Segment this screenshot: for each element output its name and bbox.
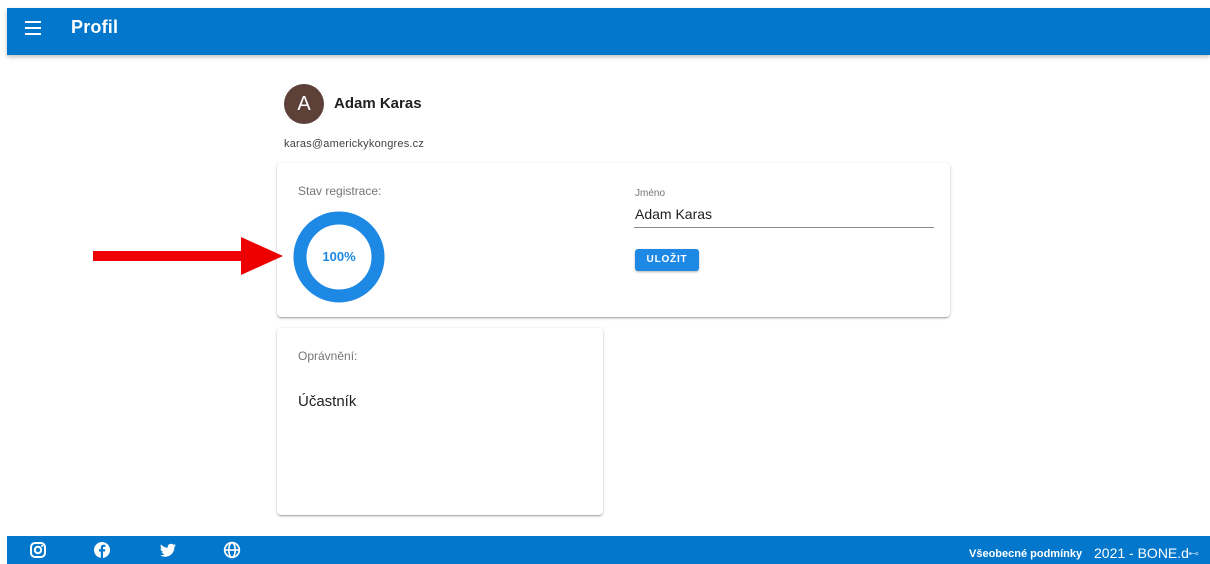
- save-button[interactable]: ULOŽIT: [635, 249, 699, 271]
- globe-icon[interactable]: [223, 541, 241, 559]
- page-title: Profil: [71, 17, 119, 37]
- red-arrow-annotation: [93, 237, 283, 275]
- bone-logo-icon: ⊷: [1188, 548, 1199, 560]
- footer: Všeobecné podmínky 2021 - BONE.d ⊷: [7, 536, 1210, 564]
- name-field[interactable]: [634, 201, 934, 228]
- user-email: karas@americkykongres.cz: [284, 138, 425, 150]
- avatar: A: [284, 84, 324, 124]
- progress-value: 100%: [322, 249, 356, 264]
- permissions-card: Oprávnění: Účastník: [277, 328, 603, 515]
- registration-status-label: Stav registrace:: [298, 184, 382, 198]
- registration-progress-circle: 100%: [293, 211, 385, 303]
- instagram-icon[interactable]: [29, 541, 47, 559]
- permissions-value: Účastník: [298, 393, 357, 410]
- facebook-icon[interactable]: [93, 541, 111, 559]
- terms-link[interactable]: Všeobecné podmínky: [969, 548, 1082, 560]
- app-bar: Profil: [7, 8, 1210, 55]
- registration-card: Stav registrace: 100% Jméno ULOŽIT: [277, 163, 950, 317]
- copyright-text: 2021 - BONE.d: [1094, 545, 1189, 561]
- permissions-label: Oprávnění:: [298, 349, 358, 363]
- user-name: Adam Karas: [334, 95, 422, 112]
- name-field-label: Jméno: [635, 188, 666, 199]
- menu-icon[interactable]: [25, 21, 41, 35]
- twitter-icon[interactable]: [159, 541, 177, 559]
